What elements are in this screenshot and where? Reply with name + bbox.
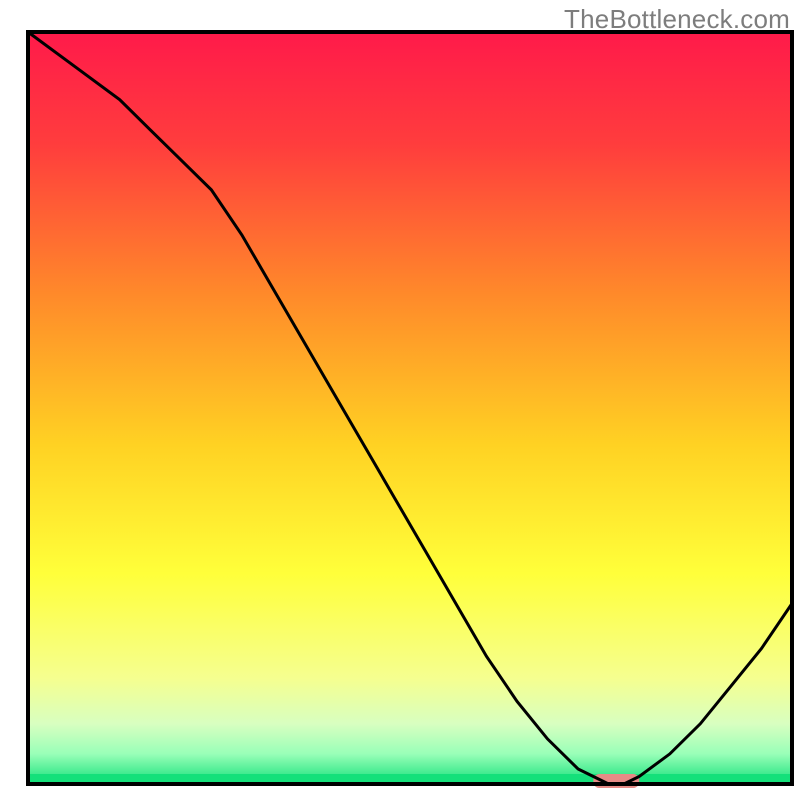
plot-background — [28, 32, 792, 784]
watermark-text: TheBottleneck.com — [564, 4, 790, 35]
chart-container: TheBottleneck.com — [0, 0, 800, 800]
bottleneck-chart — [0, 0, 800, 800]
